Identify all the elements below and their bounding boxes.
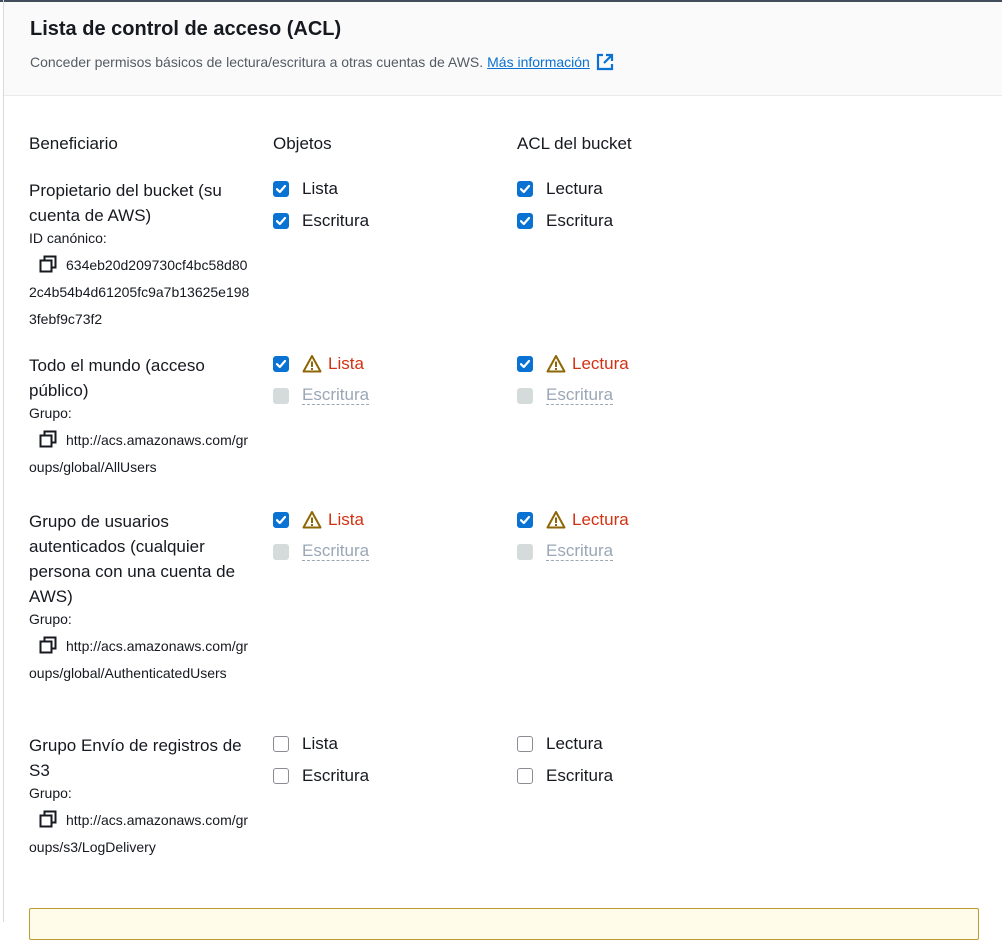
permission-label: Escritura	[302, 211, 370, 230]
bucket-acl-lectura-checkbox[interactable]: Lectura	[517, 734, 603, 754]
bucket-acl-lectura-checkbox[interactable]: Lectura	[517, 510, 629, 530]
copy-icon[interactable]	[39, 430, 57, 448]
objects-lista-checkbox[interactable]: Lista	[273, 179, 338, 199]
permission-label: Escritura	[546, 211, 614, 230]
column-header-grantee: Beneficiario	[29, 134, 118, 153]
permission-label: Lectura	[572, 510, 629, 529]
warning-icon	[302, 354, 322, 374]
checkbox-checked[interactable]	[517, 356, 533, 372]
grantee-cell: Grupo Envío de registros de S3 Grupo: http…	[29, 733, 254, 861]
permission-label: Lista	[328, 510, 364, 529]
objects-escritura-checkbox[interactable]: Escritura	[273, 766, 369, 786]
grantee-id-value: http://acs.amazonaws.com/groups/global/A…	[29, 638, 249, 681]
objects-lista-checkbox[interactable]: Lista	[273, 510, 364, 530]
grantee-id-label: Grupo:	[29, 611, 72, 627]
checkbox-checked[interactable]	[517, 213, 533, 229]
permission-label: Escritura	[302, 385, 370, 405]
warning-icon	[546, 354, 566, 374]
checkbox-unchecked[interactable]	[273, 736, 289, 752]
objects-lista-checkbox[interactable]: Lista	[273, 354, 364, 374]
copy-icon[interactable]	[39, 636, 57, 654]
grantee-id-label: Grupo:	[29, 405, 72, 421]
checkbox-unchecked[interactable]	[517, 736, 533, 752]
grantee-id-value: http://acs.amazonaws.com/groups/global/A…	[29, 432, 249, 475]
permission-label: Lista	[328, 354, 364, 373]
learn-more-link[interactable]: Más información	[487, 54, 590, 70]
grantee-name: Todo el mundo (acceso público)	[29, 356, 205, 400]
bucket-acl-escritura-checkbox[interactable]: Escritura	[517, 766, 613, 786]
permission-label: Lista	[302, 734, 338, 753]
bucket-acl-escritura-checkbox: Escritura	[517, 541, 614, 561]
grantee-id-label: ID canónico:	[29, 230, 107, 246]
warning-icon	[546, 510, 566, 530]
warning-icon	[302, 510, 322, 530]
bucket-acl-escritura-checkbox[interactable]: Escritura	[517, 211, 613, 231]
checkbox-checked[interactable]	[273, 213, 289, 229]
grantee-id: http://acs.amazonaws.com/groups/global/A…	[29, 633, 254, 687]
grantee-name: Propietario del bucket (su cuenta de AWS…	[29, 181, 222, 225]
checkbox-unchecked	[273, 543, 289, 560]
permission-label: Escritura	[546, 385, 614, 405]
checkbox-checked[interactable]	[273, 181, 289, 197]
grantee-name: Grupo Envío de registros de S3	[29, 736, 242, 780]
grantee-id: http://acs.amazonaws.com/groups/s3/LogDe…	[29, 807, 254, 861]
grantee-id-label: Grupo:	[29, 785, 72, 801]
copy-icon[interactable]	[39, 255, 57, 273]
warning-alert	[29, 908, 979, 940]
column-header-bucket-acl: ACL del bucket	[517, 134, 632, 153]
grantee-id: http://acs.amazonaws.com/groups/global/A…	[29, 427, 254, 481]
checkbox-unchecked	[517, 387, 533, 404]
permission-label: Lectura	[546, 179, 603, 198]
grantee-cell: Propietario del bucket (su cuenta de AWS…	[29, 178, 254, 333]
permission-label: Escritura	[302, 766, 370, 785]
objects-escritura-checkbox: Escritura	[273, 385, 370, 405]
checkbox-unchecked[interactable]	[273, 768, 289, 784]
acl-panel-header: Lista de control de acceso (ACL) Concede…	[4, 2, 1002, 96]
grantee-name: Grupo de usuarios autenticados (cualquie…	[29, 512, 236, 606]
grantee-cell: Todo el mundo (acceso público) Grupo: http…	[29, 353, 254, 481]
checkbox-unchecked	[517, 543, 533, 560]
external-link-icon[interactable]	[595, 52, 615, 72]
left-border	[3, 0, 4, 922]
page-title: Lista de control de acceso (ACL)	[30, 18, 342, 40]
grantee-id-value: 634eb20d209730cf4bc58d802c4b54b4d61205fc…	[29, 257, 250, 327]
permission-label: Escritura	[546, 766, 614, 785]
checkbox-checked[interactable]	[273, 512, 289, 528]
objects-escritura-checkbox: Escritura	[273, 541, 370, 561]
objects-lista-checkbox[interactable]: Lista	[273, 734, 338, 754]
permission-label: Lectura	[572, 354, 629, 373]
permission-label: Lectura	[546, 734, 603, 753]
checkbox-checked[interactable]	[517, 512, 533, 528]
grantee-cell: Grupo de usuarios autenticados (cualquie…	[29, 509, 254, 687]
copy-icon[interactable]	[39, 810, 57, 828]
checkbox-unchecked[interactable]	[517, 768, 533, 784]
description-text: Conceder permisos básicos de lectura/esc…	[30, 54, 484, 70]
checkbox-checked[interactable]	[517, 181, 533, 197]
permission-label: Lista	[302, 179, 338, 198]
bucket-acl-escritura-checkbox: Escritura	[517, 385, 614, 405]
bucket-acl-lectura-checkbox[interactable]: Lectura	[517, 354, 629, 374]
checkbox-checked[interactable]	[273, 356, 289, 372]
checkbox-unchecked	[273, 387, 289, 404]
permission-label: Escritura	[546, 541, 614, 561]
permission-label: Escritura	[302, 541, 370, 561]
column-header-objects: Objetos	[273, 134, 332, 153]
panel-description: Conceder permisos básicos de lectura/esc…	[30, 52, 615, 72]
objects-escritura-checkbox[interactable]: Escritura	[273, 211, 369, 231]
grantee-id: 634eb20d209730cf4bc58d802c4b54b4d61205fc…	[29, 252, 254, 333]
bucket-acl-lectura-checkbox[interactable]: Lectura	[517, 179, 603, 199]
grantee-id-value: http://acs.amazonaws.com/groups/s3/LogDe…	[29, 812, 249, 855]
